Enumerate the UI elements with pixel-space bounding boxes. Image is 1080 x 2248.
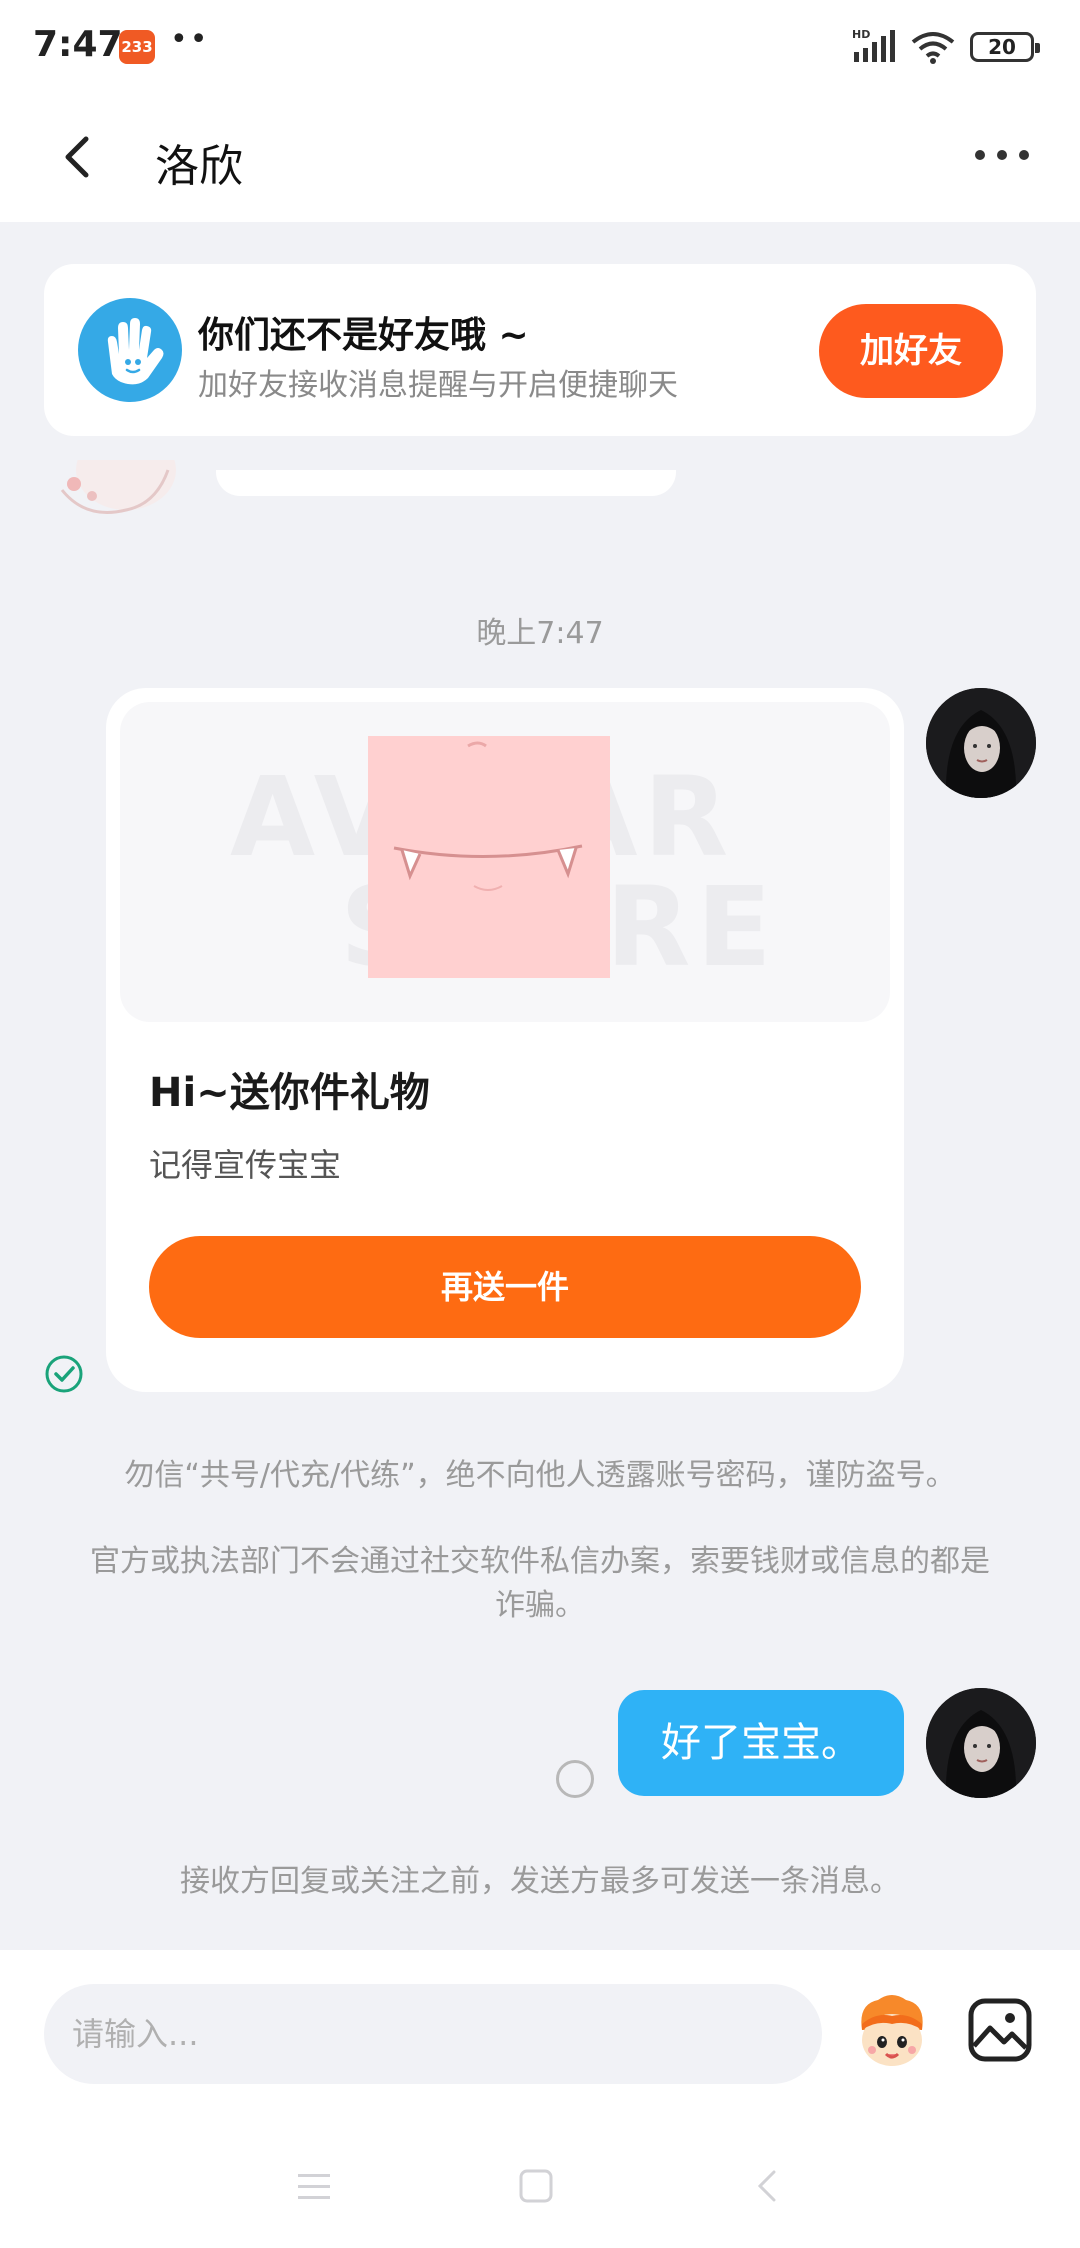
contact-name: 洛欣 — [155, 141, 243, 192]
hand-wave-icon — [78, 298, 182, 402]
message-limit-notice: 接收方回复或关注之前，发送方最多可发送一条消息。 — [180, 1864, 900, 1899]
message-input[interactable]: 请输入... — [44, 1984, 822, 2084]
message-timestamp: 晚上7:47 — [476, 616, 604, 651]
previous-message-bubble[interactable] — [216, 470, 676, 496]
status-time: 7:47 — [33, 24, 123, 65]
image-picker-icon[interactable] — [966, 1996, 1034, 2064]
status-bar: 7:47 233 •• HD 20 — [0, 0, 1080, 95]
cellular-signal-icon: HD — [852, 28, 895, 62]
contact-avatar[interactable] — [56, 460, 176, 530]
message-read-check-icon — [45, 1355, 83, 1393]
chat-header: 洛欣 — [0, 95, 1080, 222]
safety-notice-account: 勿信“共号/代充/代练”，绝不向他人透露账号密码，谨防盗号。 — [124, 1458, 956, 1493]
back-arrow-icon[interactable] — [52, 127, 102, 187]
app-notification-icon: 233 — [119, 30, 155, 64]
safety-notice-fraud: 官方或执法部门不会通过社交软件私信办案，索要钱财或信息的都是诈骗。 — [90, 1544, 990, 1623]
svg-text:HD: HD — [852, 28, 870, 41]
resend-gift-button[interactable]: 再送一件 — [149, 1236, 861, 1338]
add-friend-banner: 你们还不是好友哦 ~ 加好友接收消息提醒与开启便捷聊天 加好友 — [44, 264, 1036, 436]
system-navigation-bar — [0, 2150, 1080, 2248]
my-avatar[interactable] — [926, 1688, 1036, 1798]
gift-item-image[interactable] — [368, 736, 610, 978]
gift-title: Hi~送你件礼物 — [149, 1070, 430, 1116]
my-avatar[interactable] — [926, 688, 1036, 798]
more-options-icon[interactable] — [972, 145, 1032, 165]
banner-subtitle: 加好友接收消息提醒与开启便捷聊天 — [198, 368, 678, 403]
emoji-mascot-icon[interactable] — [852, 1990, 932, 2070]
home-icon[interactable] — [518, 2168, 554, 2204]
add-friend-button[interactable]: 加好友 — [819, 304, 1003, 398]
banner-title: 你们还不是好友哦 ~ — [198, 315, 529, 356]
system-back-icon[interactable] — [752, 2166, 782, 2206]
my-message-bubble[interactable]: 好了宝宝。 — [618, 1690, 904, 1796]
battery-indicator: 20 — [970, 32, 1040, 62]
message-status-icon — [556, 1760, 594, 1798]
recent-apps-icon[interactable] — [296, 2170, 332, 2204]
gift-description: 记得宣传宝宝 — [149, 1146, 342, 1184]
wifi-icon — [911, 32, 955, 64]
more-notifications-dots: •• — [170, 22, 210, 57]
